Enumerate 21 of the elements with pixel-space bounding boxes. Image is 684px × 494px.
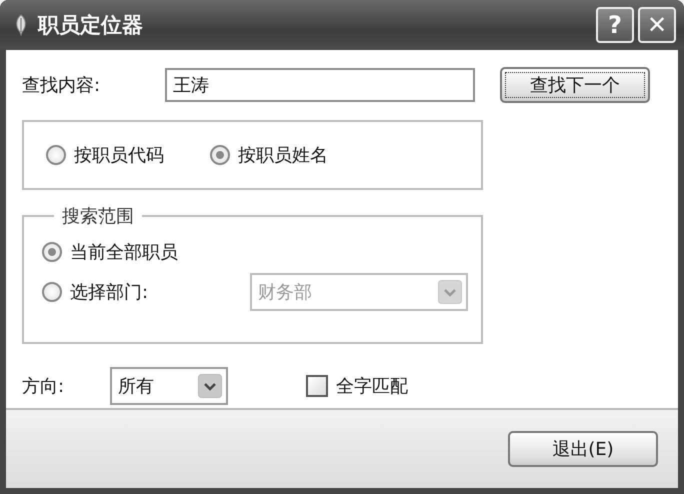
radio-button[interactable] [46,145,66,165]
checkbox-label: 全字匹配 [336,375,408,398]
radio-label: 当前全部职员 [70,241,178,264]
search-field[interactable]: 王涛 [165,68,475,102]
feather-icon [14,14,28,36]
direction-label: 方向: [22,375,66,398]
radio-label: 按职员代码 [74,144,164,167]
close-button[interactable]: ✕ [638,7,676,43]
radio-label: 按职员姓名 [238,144,328,167]
direction-dropdown[interactable]: 所有 [110,367,228,405]
window-title: 职员定位器 [38,12,143,39]
help-button[interactable]: ? [596,7,634,43]
radio-button[interactable] [42,282,62,302]
exit-button[interactable]: 退出(E) [508,431,658,467]
find-next-button[interactable]: 查找下一个 [500,67,650,103]
radio-label: 选择部门: [70,281,148,304]
search-label: 查找内容: [22,74,102,97]
checkbox[interactable] [306,375,328,397]
radio-button[interactable] [210,145,230,165]
group-title: 搜索范围 [61,205,135,228]
radio-button[interactable] [42,242,62,262]
